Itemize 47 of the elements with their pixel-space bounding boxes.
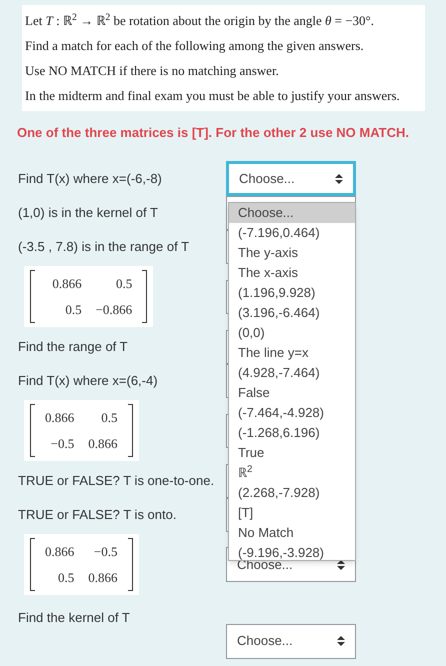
question-label: (1,0) is in the kernel of T <box>18 204 158 222</box>
question-label: Find T(x) where x=(6,-4) <box>18 372 158 390</box>
question-label: Find T(x) where x=(-6,-8) <box>18 170 162 188</box>
dropdown-option[interactable]: The y-axis <box>229 243 355 263</box>
dropdown-option[interactable]: (4.928,-7.464) <box>229 363 355 383</box>
sort-caret-icon <box>337 560 345 570</box>
matrix-entry: 0.5 <box>57 568 74 586</box>
question-label: Find the range of T <box>18 338 128 356</box>
instruction-text: In the midterm and final exam you must be able to justify your answers. <box>25 87 401 105</box>
matrix-entry: 0.866 <box>51 275 82 293</box>
matrix-entry: 0.866 <box>45 409 74 427</box>
warning-text: One of the three matrices is [T]. For the other 2 use NO MATCH. <box>17 124 410 142</box>
sort-caret-icon <box>335 174 343 184</box>
matrix-entry: 0.5 <box>114 275 132 293</box>
dropdown-option[interactable]: False <box>229 383 355 403</box>
matrix-entry: −0.5 <box>92 543 118 561</box>
matrix-entry: 0.866 <box>88 434 118 452</box>
dropdown-option[interactable]: The line y=x <box>229 343 355 363</box>
dropdown-option[interactable]: (1.196,9.928) <box>229 283 355 303</box>
matrix-entry: −0.866 <box>96 300 132 318</box>
dropdown-option[interactable]: (3.196,-6.464) <box>229 303 355 323</box>
dropdown-option[interactable]: (0,0) <box>229 323 355 343</box>
matrix-entry: 0.866 <box>88 568 118 586</box>
dropdown-option[interactable]: No Match <box>229 523 355 543</box>
sort-caret-icon <box>337 636 345 646</box>
dropdown-option[interactable]: True <box>229 443 355 463</box>
dropdown-option[interactable]: (-9.196,-3.928) <box>229 543 355 560</box>
dropdown-option[interactable]: (-1.268,6.196) <box>229 423 355 443</box>
question-label: TRUE or FALSE? T is onto. <box>18 506 176 524</box>
dropdown-option[interactable]: Choose... <box>229 203 355 223</box>
dropdown-option[interactable]: ℝ$^{2}$ <box>229 463 355 483</box>
dropdown-option[interactable]: [T] <box>229 503 355 523</box>
choose-select[interactable]: Choose... <box>226 624 356 658</box>
instruction-text: Let T : ℝ$^{2}$ → ℝ$^{2}$ be rotation about the origin by the angle θ = −30°. <box>25 11 376 30</box>
question-label: Find the kernel of T <box>18 608 130 626</box>
matrix-entry: 0.866 <box>45 543 74 561</box>
dropdown-option[interactable]: The x-axis <box>229 263 355 283</box>
matrix-entry: −0.5 <box>50 434 74 452</box>
dropdown-option[interactable]: (2.268,-7.928) <box>229 483 355 503</box>
instruction-text: Find a match for each of the following among the given answers. <box>25 37 365 55</box>
instruction-text: Use NO MATCH if there is no matching answer. <box>25 62 280 80</box>
dropdown-option[interactable]: (-7.196,0.464) <box>229 223 355 243</box>
matrix-entry: 0.5 <box>100 409 118 427</box>
dropdown-option[interactable]: (-7.464,-4.928) <box>229 403 355 423</box>
matrix-entry: 0.5 <box>64 300 82 318</box>
question-label: (-3.5 , 7.8) is in the range of T <box>18 238 190 256</box>
question-label: TRUE or FALSE? T is one-to-one. <box>18 472 214 490</box>
